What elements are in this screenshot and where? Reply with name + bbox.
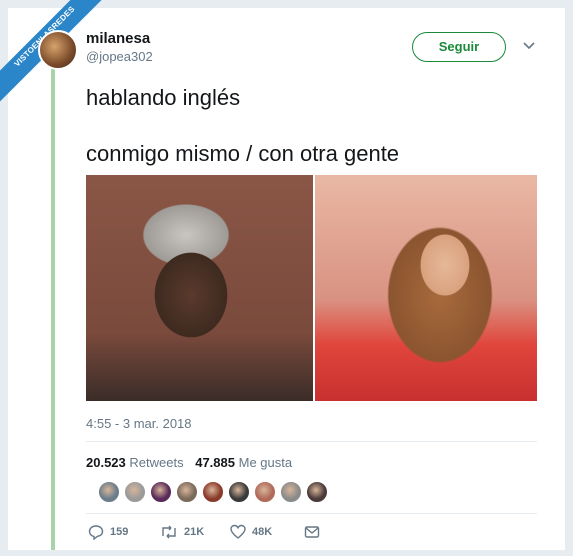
divider [86,513,537,514]
liker-avatar[interactable] [150,481,172,503]
like-count: 48K [252,526,273,538]
liker-avatar[interactable] [176,481,198,503]
likes-label[interactable]: Me gusta [239,455,292,470]
like-action[interactable]: 48K [230,522,272,542]
retweet-action[interactable]: 21K [160,522,204,542]
liker-avatar[interactable] [254,481,276,503]
retweets-label[interactable]: Retweets [129,455,183,470]
heart-icon [230,524,246,539]
thread-line [51,60,55,550]
likes-count[interactable]: 47.885 [195,455,235,470]
message-action[interactable] [304,522,326,542]
reply-icon [88,525,104,540]
reply-count: 159 [110,526,129,538]
engagement-stats: 20.523 Retweets 47.885 Me gusta [86,455,300,470]
retweets-count[interactable]: 20.523 [86,455,126,470]
user-handle[interactable]: @jopea302 [86,49,153,64]
liker-avatar[interactable] [228,481,250,503]
divider [86,441,537,442]
tweet-text-line2: conmigo mismo / con otra gente [86,141,400,166]
retweet-count: 21K [184,526,205,538]
chevron-down-icon[interactable] [522,38,536,52]
follow-button[interactable]: Seguir [412,32,506,62]
tweet-text-line1: hablando inglés [86,85,241,110]
timestamp[interactable]: 4:55 - 3 mar. 2018 [86,416,192,431]
liker-avatar[interactable] [98,481,120,503]
avatar[interactable] [38,30,78,70]
reply-action[interactable]: 159 [88,522,128,542]
envelope-icon [304,526,320,538]
tweet-photo-left[interactable] [86,175,313,401]
liker-avatar[interactable] [202,481,224,503]
liker-avatar[interactable] [124,481,146,503]
tweet-photo-right[interactable] [315,175,537,401]
liker-avatar[interactable] [306,481,328,503]
retweet-icon [162,525,176,539]
liker-avatar[interactable] [280,481,302,503]
user-name[interactable]: milanesa [86,30,150,47]
